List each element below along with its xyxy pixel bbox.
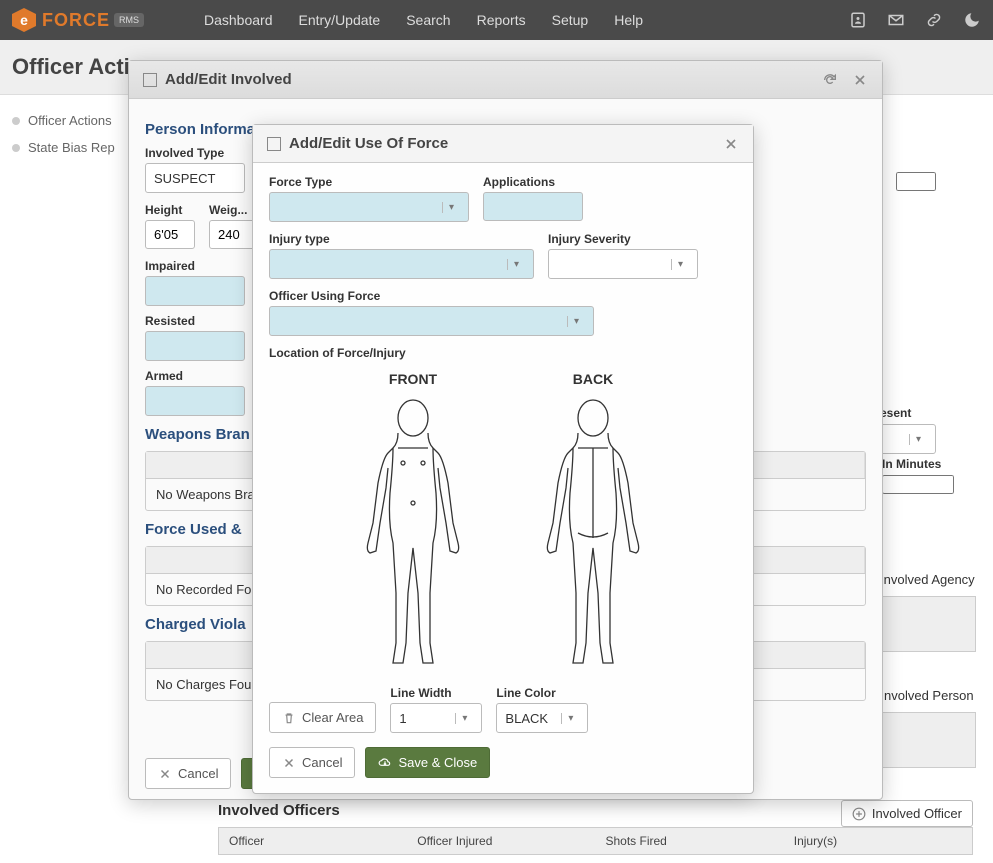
- force-type-label: Force Type: [269, 175, 469, 189]
- input-fragment-2[interactable]: [896, 172, 936, 191]
- trash-icon: [282, 711, 296, 725]
- contacts-icon[interactable]: [849, 11, 867, 29]
- cancel-button[interactable]: Cancel: [145, 758, 231, 789]
- front-label: FRONT: [338, 371, 488, 387]
- logo-mark: e: [12, 8, 36, 32]
- link-icon[interactable]: [925, 11, 943, 29]
- nav-dashboard[interactable]: Dashboard: [204, 12, 273, 28]
- line-width-select[interactable]: 1▾: [390, 703, 482, 733]
- grey-block-1: [876, 596, 976, 652]
- line-color-label: Line Color: [496, 686, 588, 700]
- inner-modal-title-text: Add/Edit Use Of Force: [289, 135, 448, 152]
- add-involved-officer-button[interactable]: Involved Officer: [841, 800, 973, 827]
- close-icon[interactable]: [723, 136, 739, 152]
- present-label-fragment: esent: [880, 406, 936, 420]
- nav-menu: Dashboard Entry/Update Search Reports Se…: [204, 12, 643, 28]
- inner-modal-titlebar: Add/Edit Use Of Force: [253, 125, 753, 163]
- line-color-select[interactable]: BLACK▾: [496, 703, 588, 733]
- sidebar-item-label: State Bias Rep: [28, 140, 115, 155]
- injury-type-label: Injury type: [269, 232, 534, 246]
- back-label: BACK: [518, 371, 668, 387]
- involved-officers-title: Involved Officers: [218, 802, 340, 819]
- sidebar-item-label: Officer Actions: [28, 113, 112, 128]
- involved-type-select[interactable]: SUSPECT: [145, 163, 245, 193]
- col-shots-fired: Shots Fired: [596, 828, 784, 854]
- top-nav: e FORCE RMS Dashboard Entry/Update Searc…: [0, 0, 993, 40]
- form-icon: [143, 73, 157, 87]
- injury-severity-select[interactable]: ▾: [548, 249, 698, 279]
- mail-icon[interactable]: [887, 11, 905, 29]
- in-minutes-label: In Minutes: [882, 457, 954, 471]
- dark-mode-icon[interactable]: [963, 11, 981, 29]
- inner-cancel-button[interactable]: Cancel: [269, 747, 355, 778]
- officers-table-header: Officer Officer Injured Shots Fired Inju…: [218, 827, 973, 855]
- height-input[interactable]: [145, 220, 195, 249]
- applications-input[interactable]: [483, 192, 583, 221]
- involved-person-label: nvolved Person: [884, 688, 974, 703]
- x-icon: [282, 756, 296, 770]
- col-officer-injured: Officer Injured: [407, 828, 595, 854]
- body-back-canvas[interactable]: [518, 393, 668, 673]
- nav-right-icons: [849, 11, 981, 29]
- clear-area-button[interactable]: Clear Area: [269, 702, 376, 733]
- injury-type-select[interactable]: ▾: [269, 249, 534, 279]
- nav-search[interactable]: Search: [406, 12, 450, 28]
- officer-using-force-label: Officer Using Force: [269, 289, 737, 303]
- add-edit-use-of-force-modal: Add/Edit Use Of Force Force Type ▾ Appli…: [252, 124, 754, 794]
- nav-help[interactable]: Help: [614, 12, 643, 28]
- col-officer: Officer: [219, 828, 407, 854]
- refresh-icon[interactable]: [822, 72, 838, 88]
- line-width-label: Line Width: [390, 686, 482, 700]
- nav-reports[interactable]: Reports: [477, 12, 526, 28]
- impaired-select[interactable]: [145, 276, 245, 306]
- x-icon: [158, 767, 172, 781]
- armed-select[interactable]: [145, 386, 245, 416]
- form-icon: [267, 137, 281, 151]
- present-select[interactable]: ▾: [880, 424, 936, 454]
- involved-type-label: Involved Type: [145, 146, 245, 160]
- logo-text: FORCE: [42, 10, 110, 31]
- location-label: Location of Force/Injury: [269, 346, 737, 360]
- col-injurys: Injury(s): [784, 828, 972, 854]
- officer-using-force-select[interactable]: ▾: [269, 306, 594, 336]
- applications-label: Applications: [483, 175, 583, 189]
- nav-setup[interactable]: Setup: [552, 12, 589, 28]
- body-diagram: FRONT BACK: [269, 371, 737, 676]
- in-minutes-input[interactable]: [882, 475, 954, 494]
- app-logo: e FORCE RMS: [12, 8, 144, 32]
- force-type-select[interactable]: ▾: [269, 192, 469, 222]
- close-icon[interactable]: [852, 72, 868, 88]
- modal-title-text: Add/Edit Involved: [165, 71, 292, 88]
- save-close-button[interactable]: Save & Close: [365, 747, 490, 778]
- resisted-select[interactable]: [145, 331, 245, 361]
- injury-severity-label: Injury Severity: [548, 232, 698, 246]
- height-label: Height: [145, 203, 195, 217]
- logo-suffix: RMS: [114, 13, 144, 27]
- involved-agency-label: Involved Agency: [880, 572, 975, 587]
- modal-titlebar: Add/Edit Involved: [129, 61, 882, 99]
- cloud-save-icon: [378, 756, 392, 770]
- body-front-canvas[interactable]: [338, 393, 488, 673]
- grey-block-2: [876, 712, 976, 768]
- nav-entry-update[interactable]: Entry/Update: [299, 12, 381, 28]
